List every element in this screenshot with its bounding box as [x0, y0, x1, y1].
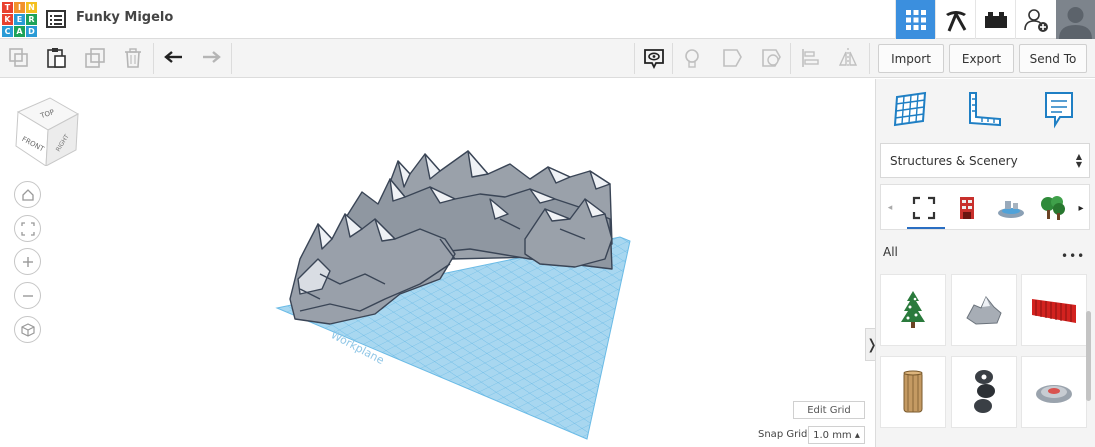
send-to-button[interactable]: Send To [1019, 44, 1087, 73]
light-bulb-icon [685, 49, 699, 68]
panel-collapse-button[interactable]: ❭ [865, 328, 875, 361]
3d-viewport[interactable]: TOP FRONT RIGHT Workplane Edit Grid Snap… [0, 79, 875, 447]
solid-button[interactable] [719, 45, 745, 71]
pine-tree-icon [901, 291, 925, 328]
workplane-tool-button[interactable] [891, 89, 931, 129]
design-list-icon[interactable] [46, 10, 66, 28]
workplane-grid-icon [893, 91, 927, 127]
note-icon [1045, 92, 1073, 129]
copy-icon [9, 48, 28, 67]
select-frame-icon [912, 196, 936, 220]
light-button[interactable] [679, 45, 705, 71]
notes-tool-button[interactable] [1038, 89, 1078, 129]
mirror-icon [838, 48, 858, 68]
logo-letter: C [2, 26, 13, 37]
paste-button[interactable] [43, 45, 69, 71]
copy-button[interactable] [6, 45, 32, 71]
category-prev-button[interactable]: ◂ [881, 191, 899, 225]
pickaxe-icon [945, 10, 966, 32]
trees-icon [1041, 196, 1065, 220]
align-icon [802, 49, 819, 67]
snap-grid-label: Snap Grid [758, 429, 808, 440]
duplicate-icon [85, 48, 105, 68]
avatar[interactable] [1056, 0, 1095, 39]
notes-icon [644, 49, 664, 69]
design-title[interactable]: Funky Migelo [76, 10, 173, 25]
import-button[interactable]: Import [878, 44, 944, 73]
shape-tile-pine-tree[interactable] [880, 274, 946, 346]
top-bar: T I N K E R C A D Funky Migelo [0, 0, 1095, 39]
logo-letter: E [14, 14, 25, 25]
undo-button[interactable] [161, 45, 187, 71]
building-icon [960, 197, 974, 219]
category-fountains[interactable] [994, 191, 1028, 225]
redo-icon [203, 51, 221, 63]
shape-library-select[interactable]: Structures & Scenery ▲ ▼ [880, 143, 1090, 178]
export-button[interactable]: Export [949, 44, 1014, 73]
tinkercad-logo[interactable]: T I N K E R C A D [2, 2, 37, 37]
redo-button[interactable] [198, 45, 224, 71]
shape-tile-red-fence[interactable] [1021, 274, 1087, 346]
fountain-icon [998, 201, 1024, 218]
snap-grid-select[interactable]: 1.0 mm ▴ [808, 426, 865, 444]
invite-button[interactable] [1015, 0, 1055, 39]
edit-grid-button[interactable]: Edit Grid [793, 401, 865, 419]
shape-icon [723, 49, 742, 67]
logo-letter: K [2, 14, 13, 25]
design-grid-button[interactable] [895, 0, 935, 39]
stacked-stones-icon [974, 370, 995, 413]
logo-letter: D [26, 26, 37, 37]
shape-tile-wooden-barrel[interactable] [880, 356, 946, 428]
mirror-button[interactable] [835, 45, 861, 71]
shape-group-label: All [883, 245, 898, 259]
logo-letter: I [14, 2, 25, 13]
bricks-button[interactable] [975, 0, 1015, 39]
shape-tile-rock[interactable] [951, 274, 1017, 346]
rock-icon [966, 296, 1002, 325]
add-user-icon [1023, 8, 1048, 32]
category-next-button[interactable]: ▸ [1073, 191, 1089, 225]
minecraft-pickaxe-button[interactable] [935, 0, 975, 39]
category-active-indicator [907, 227, 945, 229]
workplane[interactable]: Workplane [0, 79, 875, 447]
shapes-panel: Structures & Scenery ▲ ▼ ◂ ▸ All ••• [875, 79, 1095, 447]
logo-letter: A [14, 26, 25, 37]
shape-tile-round-pad[interactable] [1021, 356, 1087, 428]
red-fence-icon [1032, 299, 1076, 323]
notes-button[interactable] [641, 45, 667, 71]
hole-button[interactable] [758, 45, 784, 71]
category-trees[interactable] [1036, 191, 1070, 225]
logo-letter: T [2, 2, 13, 13]
round-pad-icon [1036, 385, 1072, 403]
duplicate-button[interactable] [82, 45, 108, 71]
select-arrows-icon: ▲ ▼ [1075, 152, 1082, 169]
brick-icon [984, 11, 1007, 28]
align-button[interactable] [797, 45, 823, 71]
panel-scrollbar[interactable] [1086, 311, 1091, 401]
delete-icon [125, 48, 141, 68]
undo-icon [164, 51, 182, 63]
category-strip: ◂ ▸ [880, 184, 1090, 230]
category-select-frame[interactable] [907, 191, 941, 225]
hole-icon [762, 49, 781, 67]
ruler-tool-button[interactable] [964, 89, 1004, 129]
shape-tile-stacked-stones[interactable] [951, 356, 1017, 428]
wooden-barrel-icon [903, 370, 923, 413]
category-buildings[interactable] [950, 191, 984, 225]
logo-letter: R [26, 14, 37, 25]
logo-letter: N [26, 2, 37, 13]
paste-icon [47, 48, 66, 68]
edit-toolbar: Import Export Send To [0, 39, 1095, 78]
design-grid-icon [905, 9, 926, 30]
ruler-icon [969, 92, 1001, 127]
shape-library-value: Structures & Scenery [890, 153, 1018, 168]
delete-button[interactable] [120, 45, 146, 71]
more-options-button[interactable]: ••• [1061, 249, 1085, 263]
